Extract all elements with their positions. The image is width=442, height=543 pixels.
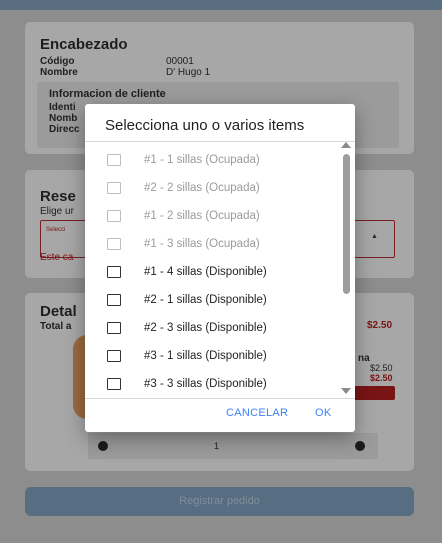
nombre-label: Nombre [40, 67, 78, 78]
checkbox[interactable] [107, 322, 121, 334]
list-item[interactable]: #3 - 3 sillas (Disponible) [85, 370, 340, 398]
list-item[interactable]: #2 - 3 sillas (Disponible) [85, 314, 340, 342]
item-price: $2.50 [370, 363, 393, 373]
caret-up-icon: ▲ [371, 233, 378, 240]
item-label: #1 - 4 sillas (Disponible) [144, 266, 267, 278]
identi-label: Identi [49, 102, 76, 113]
total-label: Total a [40, 321, 72, 332]
item-label: #1 - 2 sillas (Ocupada) [144, 210, 260, 222]
list-item: #1 - 3 sillas (Ocupada) [85, 230, 340, 258]
client-info-title: Informacion de cliente [49, 88, 166, 100]
item-label: #1 - 1 sillas (Ocupada) [144, 154, 260, 166]
select-items-dialog: Selecciona uno o varios items #1 - 1 sil… [85, 104, 355, 432]
detail-title: Detal [40, 303, 77, 320]
list-item: #1 - 2 sillas (Ocupada) [85, 202, 340, 230]
list-item: #2 - 2 sillas (Ocupada) [85, 174, 340, 202]
decrease-button[interactable] [98, 441, 108, 451]
item-label: #1 - 3 sillas (Ocupada) [144, 238, 260, 250]
error-text: Este ca [40, 252, 74, 263]
item-label: #2 - 3 sillas (Disponible) [144, 322, 267, 334]
items-list: #1 - 1 sillas (Ocupada) #2 - 2 sillas (Oc… [85, 142, 355, 398]
scrollbar-thumb[interactable] [343, 154, 350, 294]
cancel-button[interactable]: CANCELAR [226, 407, 288, 419]
item-label: #3 - 1 sillas (Disponible) [144, 350, 267, 362]
quantity-value: 1 [214, 441, 220, 451]
item-price-bold: $2.50 [370, 373, 393, 383]
item-label: #3 - 3 sillas (Disponible) [144, 378, 267, 390]
direcc-label: Direcc [49, 124, 80, 135]
header-title: Encabezado [40, 36, 128, 53]
list-item[interactable]: #2 - 1 sillas (Disponible) [85, 286, 340, 314]
checkbox[interactable] [107, 294, 121, 306]
scroll-down-arrow-icon[interactable] [341, 388, 351, 394]
item-label: #2 - 2 sillas (Ocupada) [144, 182, 260, 194]
top-bar [0, 0, 442, 10]
reserve-title: Rese [40, 188, 76, 205]
nombre-value: D' Hugo 1 [166, 67, 211, 78]
register-order-button[interactable]: Registrar pedido [25, 487, 414, 516]
checkbox[interactable] [107, 378, 121, 390]
dialog-bottom-divider [85, 398, 355, 399]
list-item: #1 - 1 sillas (Ocupada) [85, 146, 340, 174]
list-item[interactable]: #3 - 1 sillas (Disponible) [85, 342, 340, 370]
codigo-label: Código [40, 56, 75, 67]
checkbox[interactable] [107, 350, 121, 362]
increase-button[interactable] [355, 441, 365, 451]
item-name-fragment: na [358, 353, 370, 364]
nomb-label: Nomb [49, 113, 78, 124]
checkbox [107, 182, 121, 194]
dialog-title: Selecciona uno o varios items [105, 117, 305, 134]
select-placeholder: Selecci [46, 227, 66, 233]
total-value: $2.50 [367, 320, 393, 331]
checkbox [107, 210, 121, 222]
list-item[interactable]: #1 - 4 sillas (Disponible) [85, 258, 340, 286]
scrollbar[interactable] [341, 142, 351, 398]
reserve-subtitle: Elige ur [40, 206, 74, 217]
remove-item-button[interactable] [354, 386, 395, 400]
ok-button[interactable]: OK [315, 407, 332, 419]
checkbox[interactable] [107, 266, 121, 278]
codigo-value: 00001 [166, 56, 194, 67]
scroll-up-arrow-icon[interactable] [341, 142, 351, 148]
item-label: #2 - 1 sillas (Disponible) [144, 294, 267, 306]
quantity-row: 1 [88, 433, 378, 459]
checkbox [107, 154, 121, 166]
checkbox [107, 238, 121, 250]
